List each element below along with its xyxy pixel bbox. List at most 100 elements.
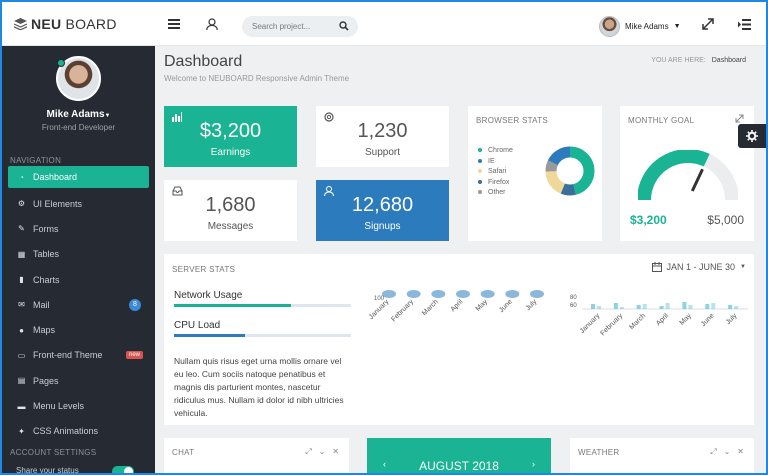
stat-label: Signups (364, 221, 401, 232)
bar-chart-icon: ▮ (19, 275, 24, 285)
stat-messages[interactable]: 1,680 Messages (164, 180, 297, 241)
sidebar-item-label: Menu Levels (33, 401, 85, 412)
settings-toggle[interactable] (738, 124, 766, 148)
next-month-icon[interactable]: › (532, 459, 535, 469)
panel-title: BROWSER STATS (476, 116, 549, 125)
sidebar-item-label: Maps (33, 325, 56, 336)
legend-item: Other (478, 188, 513, 199)
edit-icon: ✎ (18, 224, 25, 234)
profile-role: Front-end Developer (41, 123, 116, 132)
goal-current: $3,200 (630, 213, 667, 227)
x-tick-label: February (390, 298, 415, 323)
search-input[interactable]: Search project... (242, 16, 358, 37)
stat-signups[interactable]: 12,680 Signups (316, 180, 449, 241)
file-icon: ▤ (17, 376, 26, 386)
legend-swatch (478, 158, 482, 163)
x-tick-label: July (725, 312, 739, 326)
sidebar-item-css-animations[interactable]: ✦ CSS Animations (2, 419, 155, 444)
app-window: NEU BOARD Search project... Mike Adams ▼ … (0, 0, 768, 475)
gear-icon (746, 130, 758, 142)
stat-value: 12,680 (351, 194, 414, 216)
x-tick-label: July (525, 298, 539, 312)
caret-down-icon: ▼ (673, 23, 681, 30)
search-icon[interactable] (339, 21, 349, 31)
breadcrumb: YOU ARE HERE: Dashboard (651, 57, 746, 64)
sidebar-item-front-end-theme[interactable]: ▭ Front-end Theme new (2, 343, 155, 368)
x-tick-label: April (450, 298, 465, 313)
bar (728, 305, 733, 309)
brand-logo[interactable]: NEU BOARD (14, 16, 117, 32)
x-tick-label: May (475, 298, 490, 313)
caret-down-icon: ▼ (104, 113, 111, 119)
calendar-month: AUGUST 2018 (419, 459, 499, 473)
logo-rest-text: BOARD (65, 16, 117, 32)
weather-panel: WEATHER ⤢ ⌄ ✕ (570, 438, 754, 473)
chevron-down-icon[interactable]: ⌄ (724, 447, 731, 457)
sidebar-item-label: UI Elements (33, 198, 83, 209)
profile-avatar (56, 56, 101, 101)
breadcrumb-current[interactable]: Dashboard (712, 57, 746, 64)
sidebar-item-maps[interactable]: ● Maps (2, 317, 155, 342)
stat-support[interactable]: 1,230 Support (316, 106, 449, 167)
expand-icon[interactable] (735, 114, 744, 123)
sidebar-item-charts[interactable]: ▮ Charts (2, 267, 155, 292)
caret-down-icon: ▼ (740, 264, 746, 270)
user-menu[interactable]: Mike Adams ▼ (599, 16, 681, 37)
share-status-toggle[interactable] (112, 466, 134, 473)
stat-label: Messages (207, 221, 254, 232)
magic-icon: ✦ (18, 426, 25, 436)
legend-label: IE (488, 157, 495, 165)
line-point (406, 290, 421, 298)
user-icon[interactable] (203, 15, 221, 33)
metric-track (174, 334, 351, 337)
expand-icon[interactable]: ⤢ (710, 447, 716, 457)
menu-icon[interactable] (165, 15, 183, 33)
x-tick-label: February (600, 312, 625, 337)
avatar (599, 16, 620, 37)
sidebar-item-menu-levels[interactable]: ▬ Menu Levels (2, 393, 155, 418)
chat-panel: CHAT ⤢ ⌄ ✕ (164, 438, 349, 473)
sidebar-item-label: Pages (33, 375, 59, 386)
profile-name-menu[interactable]: Mike Adams▼ (2, 109, 155, 120)
bar (665, 303, 670, 309)
bar (711, 303, 716, 309)
list-toggle-icon[interactable] (735, 15, 753, 33)
profile-card: Mike Adams▼ Front-end Developer (2, 46, 155, 148)
sidebar-item-tables[interactable]: ▦ Tables (2, 242, 155, 267)
server-metrics: Network Usage CPU Load Nullam quis risus… (174, 290, 351, 420)
goal-target: $5,000 (707, 213, 744, 227)
sidebar-item-dashboard[interactable]: ◔ Dashboard (8, 166, 149, 188)
x-tick-label: May (679, 312, 694, 327)
network-usage-fill (174, 304, 291, 307)
date-range-picker[interactable]: JAN 1 - JUNE 30 ▼ (651, 262, 746, 272)
metric-label: CPU Load (174, 320, 221, 331)
panel-title: CHAT (172, 448, 195, 457)
panel-tools: ⤢ ⌄ ✕ (305, 447, 339, 457)
mail-icon: ✉ (18, 300, 25, 310)
online-status-dot (57, 59, 65, 67)
sidebar-item-forms[interactable]: ✎ Forms (2, 216, 155, 241)
legend-item: Firefox (478, 178, 513, 189)
legend-swatch (478, 190, 482, 195)
sidebar-item-mail[interactable]: ✉ Mail 8 (2, 292, 155, 317)
bar (591, 304, 595, 309)
bar (642, 304, 647, 309)
gauge-needle (690, 168, 704, 192)
bar-chart-icon (172, 112, 182, 122)
server-stats-panel: SERVER STATS JAN 1 - JUNE 30 ▼ Network U… (164, 254, 754, 425)
stat-label: Earnings (210, 147, 251, 158)
chevron-down-icon[interactable]: ⌄ (319, 447, 326, 457)
sidebar-item-label: Dashboard (33, 172, 78, 182)
expand-icon[interactable] (699, 15, 717, 33)
sidebar-item-pages[interactable]: ▤ Pages (2, 368, 155, 393)
x-tick-label: March (421, 298, 440, 317)
server-bar-chart: 80 60JanuaryFebruary March April May June July (570, 295, 748, 337)
browser-legend: Chrome IE Safari Firefox Other (478, 146, 513, 199)
legend-item: Chrome (478, 146, 513, 157)
stat-earnings[interactable]: $3,200 Earnings (164, 106, 297, 167)
close-icon[interactable]: ✕ (737, 447, 744, 457)
expand-icon[interactable]: ⤢ (305, 447, 311, 457)
sidebar-item-ui-elements[interactable]: ⚙ UI Elements (2, 191, 155, 216)
page-title: Dashboard (164, 53, 243, 70)
close-icon[interactable]: ✕ (332, 447, 339, 457)
